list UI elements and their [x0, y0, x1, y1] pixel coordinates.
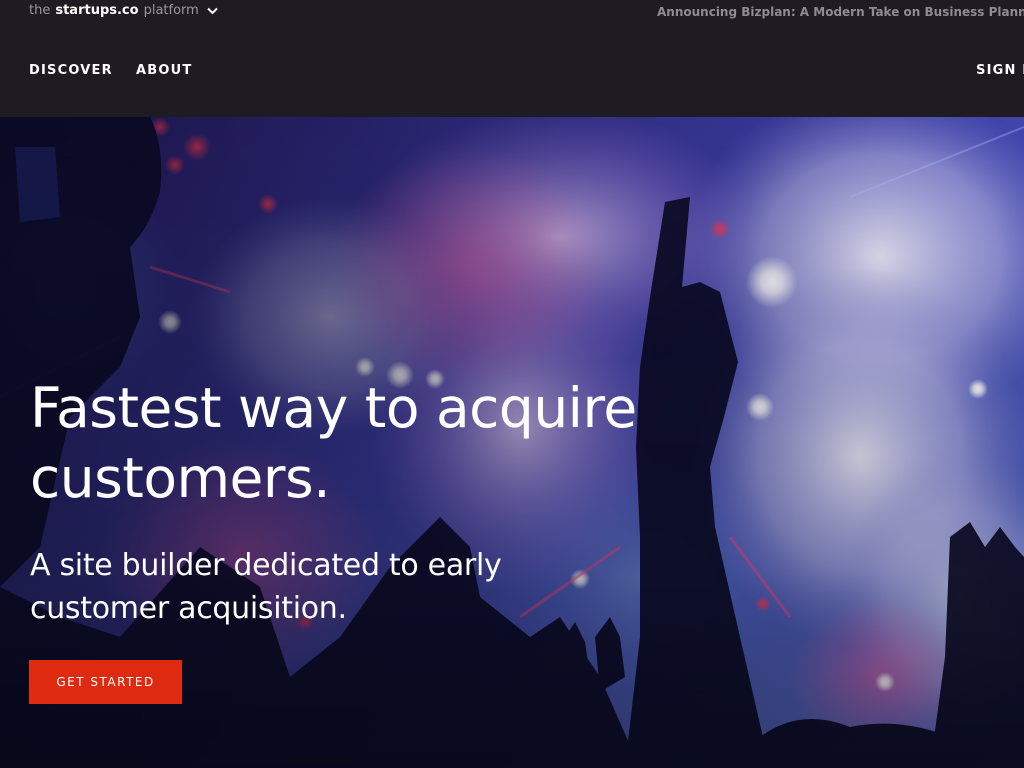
nav-discover[interactable]: DISCOVER: [29, 63, 113, 78]
platform-brand: startups.co: [55, 3, 139, 18]
get-started-button[interactable]: GET STARTED: [29, 660, 182, 704]
nav-sign-in[interactable]: SIGN IN: [976, 63, 1024, 78]
announcement-link[interactable]: Announcing Bizplan: A Modern Take on Bus…: [657, 5, 1024, 19]
platform-prefix: the: [29, 3, 51, 18]
hero-title: Fastest way to acquire customers.: [30, 376, 637, 510]
hero-section: Fastest way to acquire customers. A site…: [0, 117, 1024, 768]
chevron-down-icon: [207, 7, 218, 15]
platform-suffix: platform: [143, 3, 199, 18]
platform-switcher[interactable]: the startups.co platform: [29, 3, 218, 18]
nav-about[interactable]: ABOUT: [136, 63, 192, 78]
top-header: the startups.co platform Announcing Bizp…: [0, 0, 1024, 117]
hero-subtitle: A site builder dedicated to early custom…: [30, 548, 502, 626]
